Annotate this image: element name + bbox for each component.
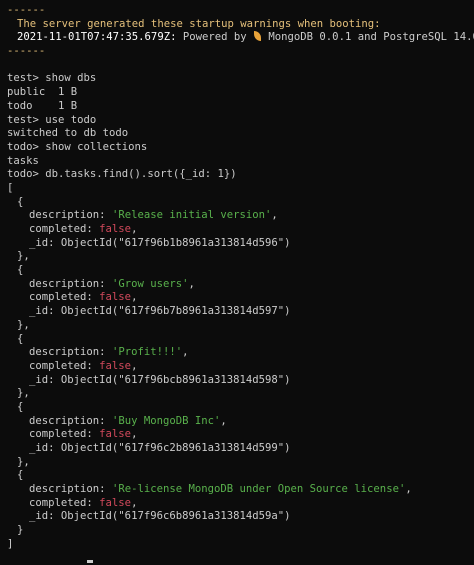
field-description: description: 'Release initial version', xyxy=(7,209,474,223)
field-id: _id: ObjectId("617f96c6b8961a313814d59a"… xyxy=(7,510,474,524)
field-key: description: xyxy=(29,209,106,222)
field-completed: completed: false, xyxy=(7,428,474,442)
description-value: 'Grow users' xyxy=(111,277,189,290)
terminal-window[interactable]: ------ The server generated these startu… xyxy=(0,0,474,565)
comma: , xyxy=(182,346,189,359)
id-value: ObjectId("617f96bcb8961a313814d598") xyxy=(60,373,291,386)
startup-timestamp-line: 2021-11-01T07:47:35.679Z: Powered by Mon… xyxy=(7,31,474,45)
field-key: _id: xyxy=(29,236,55,249)
text-cursor xyxy=(87,560,93,563)
description-value: 'Release initial version' xyxy=(111,209,272,222)
id-value: ObjectId("617f96c2b8961a313814d599") xyxy=(60,442,291,454)
comma: , xyxy=(220,414,227,427)
object-open-brace: { xyxy=(17,264,24,277)
field-description: description: 'Grow users', xyxy=(7,278,474,292)
comma: , xyxy=(131,359,138,372)
field-id: _id: ObjectId("617f96bcb8961a313814d598"… xyxy=(7,374,474,388)
field-key: description: xyxy=(29,277,106,290)
comma: , xyxy=(131,496,138,509)
banner-rule-bottom: ------ xyxy=(7,45,46,58)
field-id: _id: ObjectId("617f96b7b8961a313814d597"… xyxy=(7,305,474,319)
command-line: todo> show collections xyxy=(7,140,148,153)
powered-by-text: Powered by xyxy=(182,31,247,44)
field-completed: completed: false, xyxy=(7,360,474,374)
object-open-brace: { xyxy=(17,332,24,345)
completed-value: false xyxy=(99,223,132,235)
object-close-brace: }, xyxy=(17,387,30,400)
command-line: test> show dbs xyxy=(7,72,97,85)
description-value: 'Buy MongoDB Inc' xyxy=(111,414,221,427)
field-key: completed: xyxy=(29,496,93,509)
output-line: public 1 B xyxy=(7,86,78,99)
command-line: todo> db.tasks.find().sort({_id: 1}) xyxy=(7,168,237,181)
startup-timestamp: 2021-11-01T07:47:35.679Z: xyxy=(17,31,177,44)
output-line: tasks xyxy=(7,154,39,167)
field-description: description: 'Profit!!!', xyxy=(7,346,474,360)
comma: , xyxy=(271,209,278,222)
field-key: completed: xyxy=(29,428,93,441)
object-open-brace: { xyxy=(17,195,24,208)
field-id: _id: ObjectId("617f96b1b8961a313814d596"… xyxy=(7,237,474,251)
object-close-brace: }, xyxy=(17,318,30,331)
output-line: switched to db todo xyxy=(7,127,129,140)
field-completed: completed: false, xyxy=(7,497,474,511)
field-key: description: xyxy=(29,346,106,359)
object-open-brace: { xyxy=(17,400,24,413)
field-key: _id: xyxy=(29,305,55,318)
powered-by-products: MongoDB 0.0.1 and PostgreSQL 14.0. xyxy=(268,31,474,44)
field-key: description: xyxy=(29,483,106,496)
field-key: completed: xyxy=(29,223,93,235)
field-completed: completed: false, xyxy=(7,223,474,237)
completed-value: false xyxy=(99,291,132,304)
field-description: description: 'Re-license MongoDB under O… xyxy=(7,483,474,497)
completed-value: false xyxy=(99,428,132,441)
startup-warning-text: The server generated these startup warni… xyxy=(17,17,381,30)
field-id: _id: ObjectId("617f96c2b8961a313814d599"… xyxy=(7,442,474,456)
completed-value: false xyxy=(99,359,132,372)
field-completed: completed: false, xyxy=(7,291,474,305)
banner-rule-top: ------ xyxy=(7,4,46,16)
command-line: test> use todo xyxy=(7,113,97,126)
field-key: description: xyxy=(29,414,106,427)
description-value: 'Re-license MongoDB under Open Source li… xyxy=(111,483,406,496)
comma: , xyxy=(131,428,138,441)
completed-value: false xyxy=(99,496,132,509)
id-value: ObjectId("617f96b1b8961a313814d596") xyxy=(60,236,291,249)
description-value: 'Profit!!!' xyxy=(111,346,183,359)
id-value: ObjectId("617f96c6b8961a313814d59a") xyxy=(60,510,291,523)
object-close-brace: }, xyxy=(17,455,30,468)
output-line: todo 1 B xyxy=(7,99,78,112)
comma: , xyxy=(188,277,195,290)
mongodb-leaf-icon xyxy=(254,31,262,42)
field-description: description: 'Buy MongoDB Inc', xyxy=(7,415,474,429)
id-value: ObjectId("617f96b7b8961a313814d597") xyxy=(60,305,291,318)
comma: , xyxy=(405,483,412,496)
comma: , xyxy=(131,223,138,235)
field-key: completed: xyxy=(29,291,93,304)
object-open-brace: { xyxy=(17,469,24,482)
field-key: _id: xyxy=(29,510,55,523)
array-open-bracket: [ xyxy=(7,181,14,194)
object-close-brace: }, xyxy=(17,250,30,263)
field-key: completed: xyxy=(29,359,93,372)
field-key: _id: xyxy=(29,442,55,454)
object-close-brace: } xyxy=(17,524,24,537)
field-key: _id: xyxy=(29,373,55,386)
comma: , xyxy=(131,291,138,304)
array-close-bracket: ] xyxy=(7,537,14,550)
